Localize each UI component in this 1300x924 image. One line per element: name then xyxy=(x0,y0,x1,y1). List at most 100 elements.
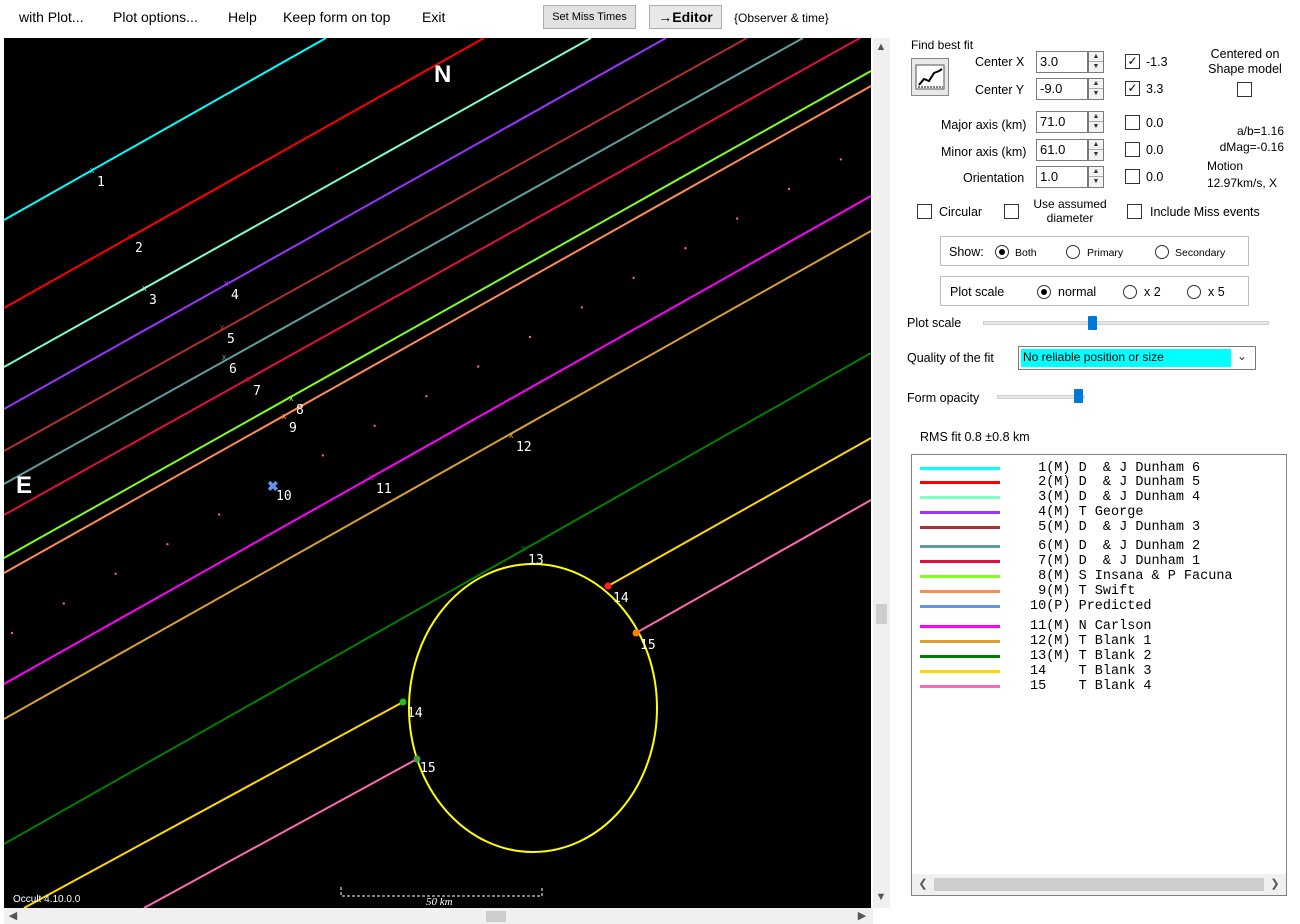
chord-label: 13 xyxy=(528,553,544,568)
form-opacity-slider-thumb[interactable] xyxy=(1073,389,1083,403)
menu-keep-form-on-top[interactable]: Keep form on top xyxy=(283,9,390,25)
legend-row[interactable]: 3(M) D & J Dunham 4 xyxy=(912,490,1286,505)
chord-label: 15 xyxy=(420,761,436,776)
path-dot xyxy=(218,513,221,516)
menu-help[interactable]: Help xyxy=(228,9,257,25)
legend-color-swatch xyxy=(920,496,1000,499)
legend-color-swatch xyxy=(920,590,1000,593)
plot-scale-normal-radio[interactable] xyxy=(1037,285,1051,299)
menu-plot-options[interactable]: Plot options... xyxy=(113,9,198,25)
plot-scale-slider-thumb[interactable] xyxy=(1087,316,1097,330)
horizontal-scroll-thumb[interactable] xyxy=(486,911,506,922)
legend-row[interactable]: 5(M) D & J Dunham 3 xyxy=(912,520,1286,535)
plot-canvas: x1x2x3x4x5x6x7 x8x9x11x12x1314151415✖10 N… xyxy=(4,38,871,908)
menu-exit[interactable]: Exit xyxy=(422,9,445,25)
plot-scale-slider[interactable] xyxy=(983,314,1269,332)
chevron-down-icon: ⌄ xyxy=(1237,349,1248,363)
chord-marker: x xyxy=(128,231,133,241)
minor-axis-checkbox[interactable] xyxy=(1125,142,1140,157)
legend-color-swatch xyxy=(920,625,1000,628)
legend-row[interactable]: 11(M) N Carlson xyxy=(912,619,1286,634)
show-primary-radio[interactable] xyxy=(1066,245,1080,259)
legend-row-label: 12(M) T Blank 1 xyxy=(1030,634,1152,649)
center-y-checkbox[interactable]: ✓ xyxy=(1125,81,1140,96)
minor-axis-check-label: 0.0 xyxy=(1146,143,1164,157)
center-y-field[interactable]: -9.0 xyxy=(1036,78,1088,100)
plot-scale-x5-radio[interactable] xyxy=(1187,285,1201,299)
legend-row[interactable]: 6(M) D & J Dunham 2 xyxy=(912,539,1286,554)
legend-scroll-thumb[interactable] xyxy=(934,878,1264,891)
set-miss-times-button[interactable]: Set Miss Times xyxy=(543,5,636,29)
legend-row[interactable]: 4(M) T George xyxy=(912,505,1286,520)
show-secondary-radio[interactable] xyxy=(1155,245,1169,259)
legend-row[interactable]: 9(M) T Swift xyxy=(912,584,1286,599)
scroll-right-icon[interactable]: ▶ xyxy=(855,909,869,923)
ab-ratio: a/b=1.16 xyxy=(1236,124,1284,138)
find-best-fit-button[interactable] xyxy=(911,58,949,96)
center-y-spinner[interactable]: ▲ ▼ xyxy=(1088,78,1104,100)
chord-marker: x xyxy=(142,283,147,293)
occultation-plot[interactable]: x 1 x 2 x 3 x 4 x 5 x 6 x 7 x 8 x 9 x 11 x 12 x 13 14 15 14 15 ✖ 10 N… xyxy=(4,38,871,908)
plot-scale-normal-label: normal xyxy=(1058,285,1097,299)
show-primary-label: Primary xyxy=(1087,247,1124,259)
legend-row[interactable]: 10(P) Predicted xyxy=(912,599,1286,614)
legend-row[interactable]: 1(M) D & J Dunham 6 xyxy=(912,461,1286,476)
path-dot xyxy=(321,454,324,457)
legend-horizontal-scrollbar[interactable]: ❮ ❯ xyxy=(912,874,1286,895)
motion-value: 12.97km/s, X xyxy=(1207,176,1278,190)
legend-scroll-left-icon[interactable]: ❮ xyxy=(916,877,930,891)
chord-line xyxy=(4,38,804,485)
quality-of-fit-dropdown[interactable]: No reliable position or size ⌄ xyxy=(1018,346,1256,370)
major-axis-checkbox[interactable] xyxy=(1125,115,1140,130)
use-assumed-diameter-checkbox[interactable] xyxy=(1004,204,1019,219)
plot-vertical-scrollbar[interactable]: ▲ ▼ xyxy=(873,38,890,908)
chord-label: 11 xyxy=(376,482,392,497)
chord-label: 1 xyxy=(97,175,105,190)
plot-horizontal-scrollbar[interactable]: ◀ ▶ xyxy=(4,908,873,924)
legend-row-label: 11(M) N Carlson xyxy=(1030,619,1152,634)
show-both-radio[interactable] xyxy=(995,245,1009,259)
legend-color-swatch xyxy=(920,575,1000,578)
path-dot xyxy=(373,424,376,427)
major-axis-spinner[interactable]: ▲ ▼ xyxy=(1088,111,1104,133)
editor-button[interactable]: →Editor xyxy=(649,5,722,29)
legend-row[interactable]: 2(M) D & J Dunham 5 xyxy=(912,475,1286,490)
legend-row[interactable]: 14 T Blank 3 xyxy=(912,664,1286,679)
center-x-checkbox[interactable]: ✓ xyxy=(1125,54,1140,69)
scroll-down-icon[interactable]: ▼ xyxy=(874,890,888,904)
orientation-checkbox[interactable] xyxy=(1125,169,1140,184)
legend-row[interactable]: 8(M) S Insana & P Facuna xyxy=(912,569,1286,584)
vertical-scroll-thumb[interactable] xyxy=(876,604,887,624)
centered-on-shape-checkbox[interactable] xyxy=(1237,82,1252,97)
path-dot xyxy=(425,395,428,398)
menu-with-plot[interactable]: with Plot... xyxy=(19,9,84,25)
path-dot xyxy=(684,247,687,250)
orientation-field[interactable]: 1.0 xyxy=(1036,166,1088,188)
legend-scroll-right-icon[interactable]: ❯ xyxy=(1268,877,1282,891)
circular-checkbox[interactable] xyxy=(917,204,932,219)
scroll-left-icon[interactable]: ◀ xyxy=(6,909,20,923)
plot-scale-x2-radio[interactable] xyxy=(1123,285,1137,299)
legend-row[interactable]: 13(M) T Blank 2 xyxy=(912,649,1286,664)
center-x-spinner[interactable]: ▲ ▼ xyxy=(1088,51,1104,73)
legend-row[interactable]: 12(M) T Blank 1 xyxy=(912,634,1286,649)
orientation-check-label: 0.0 xyxy=(1146,170,1164,184)
legend-row[interactable]: 15 T Blank 4 xyxy=(912,679,1286,694)
orientation-spinner[interactable]: ▲ ▼ xyxy=(1088,166,1104,188)
chord-line xyxy=(23,701,404,908)
fitted-ellipse xyxy=(408,563,658,853)
center-x-field[interactable]: 3.0 xyxy=(1036,51,1088,73)
plot-scale-x2-label: x 2 xyxy=(1144,285,1161,299)
quality-of-fit-value: No reliable position or size xyxy=(1021,349,1231,367)
scroll-up-icon[interactable]: ▲ xyxy=(874,40,888,54)
chord-label: 12 xyxy=(516,440,532,455)
find-best-fit-title: Find best fit xyxy=(911,38,974,52)
form-opacity-slider[interactable] xyxy=(997,388,1085,406)
include-miss-events-checkbox[interactable] xyxy=(1127,204,1142,219)
observer-legend-list[interactable]: 1(M) D & J Dunham 6 2(M) D & J Dunham 5 … xyxy=(911,454,1287,896)
legend-row[interactable]: 7(M) D & J Dunham 1 xyxy=(912,554,1286,569)
chord-label: 14 xyxy=(613,591,629,606)
minor-axis-spinner[interactable]: ▲ ▼ xyxy=(1088,139,1104,161)
minor-axis-field[interactable]: 61.0 xyxy=(1036,139,1088,161)
major-axis-field[interactable]: 71.0 xyxy=(1036,111,1088,133)
